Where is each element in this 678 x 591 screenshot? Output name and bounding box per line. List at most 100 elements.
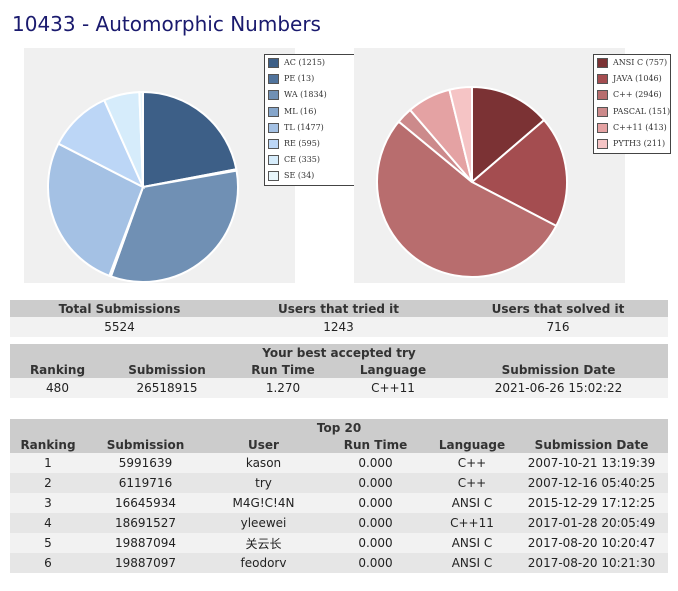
verdict-legend-item: CE (335)	[265, 152, 358, 168]
legend-label: RE (595)	[284, 138, 320, 148]
submission-cell[interactable]: 5991639	[86, 453, 205, 473]
legend-label: C++ (2946)	[613, 90, 662, 100]
legend-swatch	[597, 106, 608, 117]
language-legend: ANSI C (757) JAVA (1046) C++ (2946) PASC…	[593, 54, 671, 154]
ranking-cell: 4	[10, 513, 86, 533]
legend-label: SE (34)	[284, 171, 315, 181]
runtime-cell: 0.000	[322, 493, 429, 513]
date-cell: 2017-08-20 10:20:47	[515, 533, 669, 553]
best-ranking-value: 480	[10, 378, 105, 398]
ranking-cell: 3	[10, 493, 86, 513]
submission-cell[interactable]: 19887097	[86, 553, 205, 573]
table-row: 2 6119716 try 0.000 C++ 2007-12-16 05:40…	[10, 473, 669, 493]
legend-swatch	[268, 171, 279, 182]
legend-swatch	[268, 155, 279, 166]
top20-table: Top 20 Ranking Submission User Run Time …	[10, 419, 669, 573]
verdict-chart-panel	[24, 48, 295, 283]
best-ranking-header: Ranking	[10, 361, 105, 378]
ranking-cell: 6	[10, 553, 86, 573]
language-pie-chart	[376, 85, 568, 278]
legend-swatch	[597, 138, 608, 149]
legend-label: JAVA (1046)	[613, 74, 662, 84]
language-legend-item: JAVA (1046)	[594, 71, 670, 87]
legend-swatch	[597, 74, 608, 85]
top20-ranking-header: Ranking	[10, 436, 86, 453]
legend-swatch	[268, 122, 279, 133]
verdict-legend-item: ML (16)	[265, 104, 358, 120]
date-cell: 2017-08-20 10:21:30	[515, 553, 669, 573]
top20-caption: Top 20	[10, 419, 669, 436]
best-try-caption: Your best accepted try	[10, 344, 668, 361]
users-tried-header: Users that tried it	[229, 300, 448, 317]
legend-swatch	[268, 74, 279, 85]
legend-label: ANSI C (757)	[613, 58, 668, 67]
top20-runtime-header: Run Time	[322, 436, 429, 453]
language-legend-item: PYTH3 (211)	[594, 136, 670, 152]
users-solved-header: Users that solved it	[448, 300, 668, 317]
table-row: 1 5991639 kason 0.000 C++ 2007-10-21 13:…	[10, 453, 669, 473]
runtime-cell: 0.000	[322, 513, 429, 533]
top20-user-header: User	[205, 436, 322, 453]
user-link[interactable]: 关云长	[205, 533, 322, 553]
language-cell: ANSI C	[429, 553, 515, 573]
best-submission-value[interactable]: 26518915	[105, 378, 229, 398]
runtime-cell: 0.000	[322, 533, 429, 553]
users-tried-value: 1243	[229, 317, 448, 337]
user-link[interactable]: M4G!C!4N	[205, 493, 322, 513]
best-submission-header: Submission	[105, 361, 229, 378]
total-submissions-value: 5524	[10, 317, 229, 337]
user-link[interactable]: try	[205, 473, 322, 493]
best-runtime-value: 1.270	[229, 378, 337, 398]
language-legend-item: PASCAL (151)	[594, 104, 670, 120]
submission-cell[interactable]: 6119716	[86, 473, 205, 493]
legend-label: PASCAL (151)	[613, 106, 671, 116]
legend-swatch	[597, 58, 608, 68]
top20-language-header: Language	[429, 436, 515, 453]
best-runtime-header: Run Time	[229, 361, 337, 378]
language-chart-panel	[354, 48, 625, 283]
legend-label: PE (13)	[284, 74, 315, 84]
best-try-table: Your best accepted try Ranking Submissio…	[10, 344, 668, 398]
top20-date-header: Submission Date	[515, 436, 669, 453]
page-title: 10433 - Automorphic Numbers	[12, 12, 321, 36]
ranking-cell: 1	[10, 453, 86, 473]
language-cell: C++	[429, 453, 515, 473]
legend-swatch	[597, 122, 608, 133]
date-cell: 2007-10-21 13:19:39	[515, 453, 669, 473]
date-cell: 2007-12-16 05:40:25	[515, 473, 669, 493]
total-submissions-header: Total Submissions	[10, 300, 229, 317]
table-row: 6 19887097 feodorv 0.000 ANSI C 2017-08-…	[10, 553, 669, 573]
top20-submission-header: Submission	[86, 436, 205, 453]
verdict-legend-item: RE (595)	[265, 136, 358, 152]
date-cell: 2015-12-29 17:12:25	[515, 493, 669, 513]
legend-swatch	[597, 90, 608, 101]
submission-cell[interactable]: 16645934	[86, 493, 205, 513]
ranking-cell: 5	[10, 533, 86, 553]
legend-label: PYTH3 (211)	[613, 138, 666, 148]
language-cell: ANSI C	[429, 533, 515, 553]
runtime-cell: 0.000	[322, 473, 429, 493]
best-language-header: Language	[337, 361, 449, 378]
language-cell: C++11	[429, 513, 515, 533]
table-row: 5 19887094 关云长 0.000 ANSI C 2017-08-20 1…	[10, 533, 669, 553]
table-row: 3 16645934 M4G!C!4N 0.000 ANSI C 2015-12…	[10, 493, 669, 513]
verdict-legend-item: WA (1834)	[265, 87, 358, 103]
language-cell: ANSI C	[429, 493, 515, 513]
user-link[interactable]: yleewei	[205, 513, 322, 533]
verdict-legend-item: PE (13)	[265, 71, 358, 87]
submission-cell[interactable]: 19887094	[86, 533, 205, 553]
best-language-value: C++11	[337, 378, 449, 398]
legend-label: WA (1834)	[284, 90, 327, 100]
language-cell: C++	[429, 473, 515, 493]
totals-table: Total Submissions Users that tried it Us…	[10, 300, 668, 337]
submission-cell[interactable]: 18691527	[86, 513, 205, 533]
legend-swatch	[268, 138, 279, 149]
user-link[interactable]: feodorv	[205, 553, 322, 573]
language-legend-item: C++11 (413)	[594, 120, 670, 136]
user-link[interactable]: kason	[205, 453, 322, 473]
best-date-value: 2021-06-26 15:02:22	[449, 378, 668, 398]
language-legend-item: C++ (2946)	[594, 87, 670, 103]
legend-label: C++11 (413)	[613, 122, 667, 132]
language-legend-item: ANSI C (757)	[594, 55, 670, 71]
verdict-legend-item: SE (34)	[265, 168, 358, 184]
